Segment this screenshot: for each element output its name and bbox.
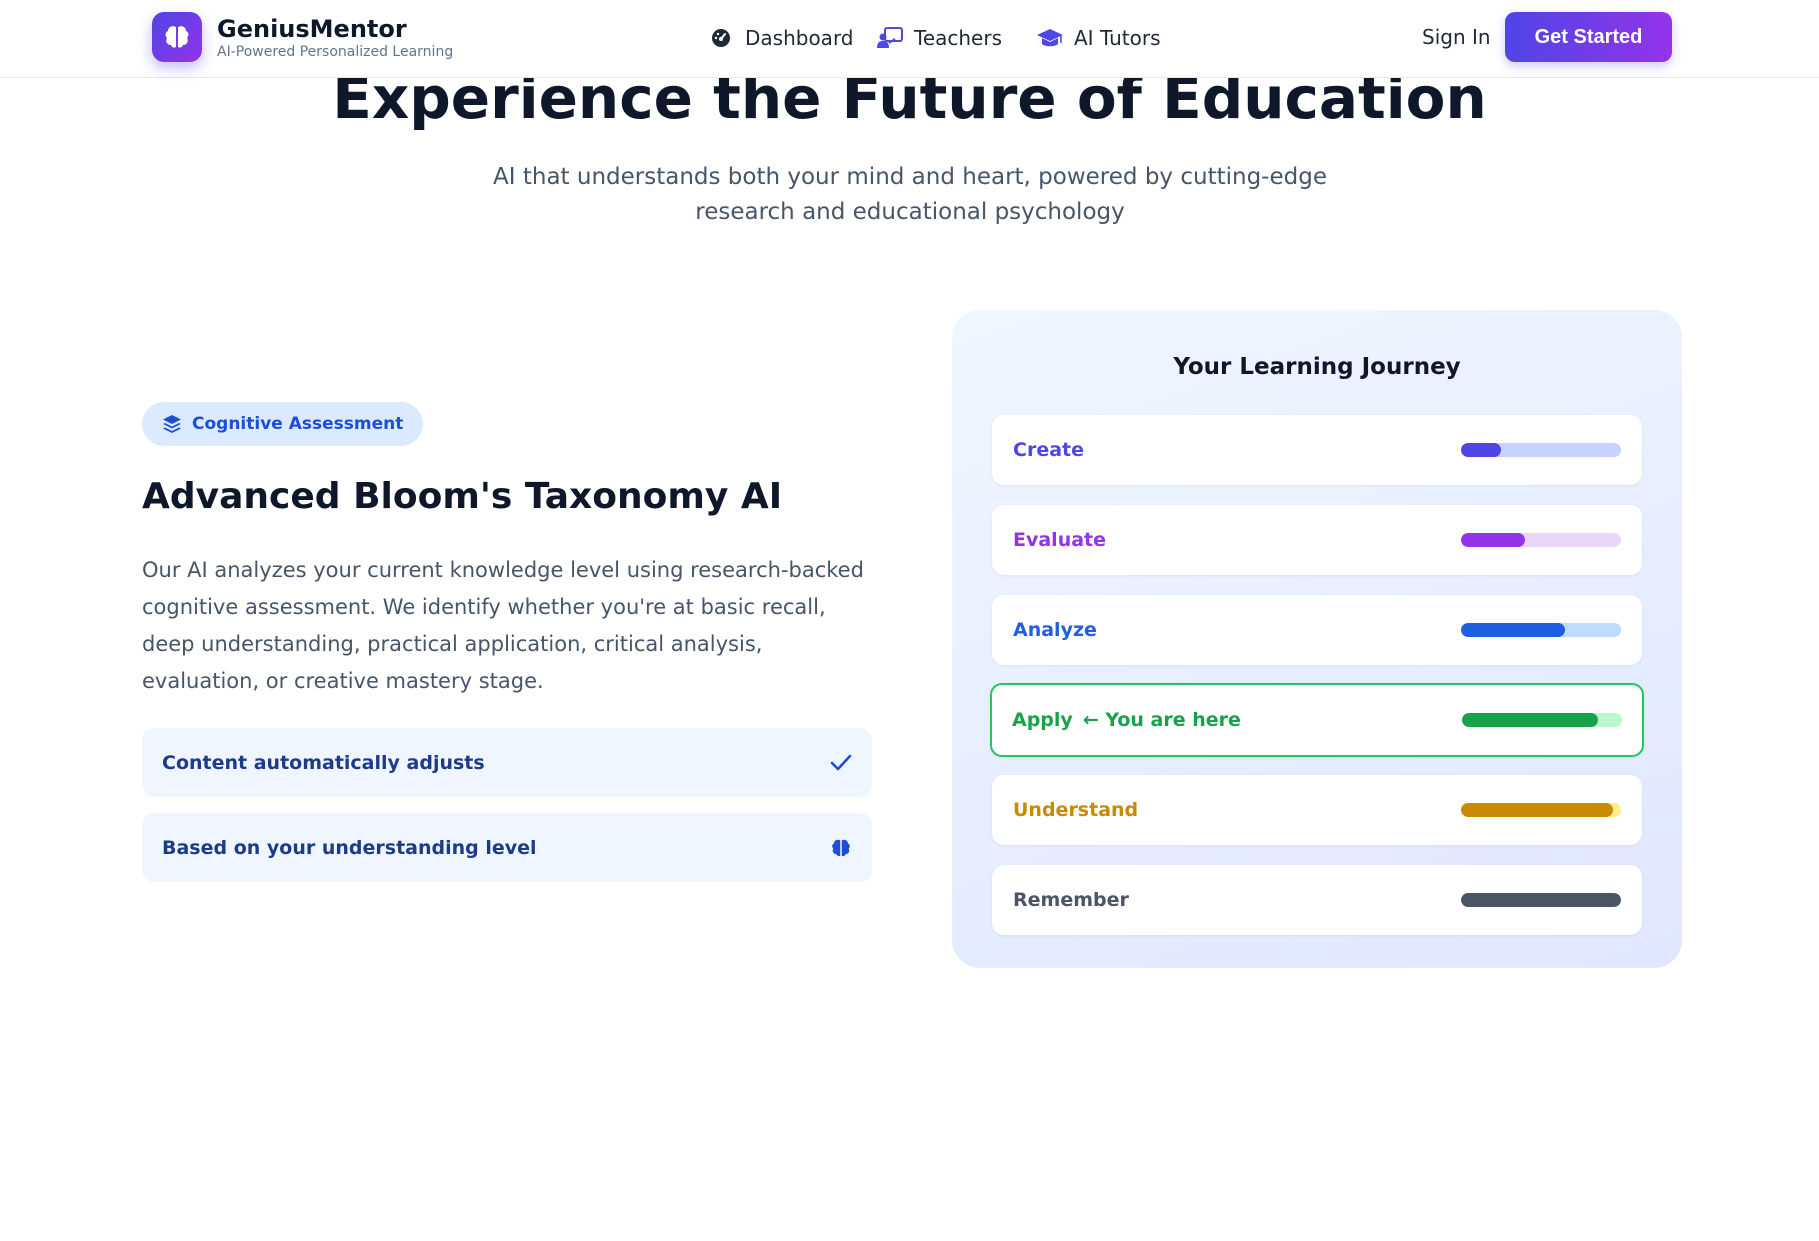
- chalkboard-teacher-icon: [876, 25, 904, 51]
- nav-dashboard-label: Dashboard: [745, 26, 854, 50]
- progress-track: [1462, 713, 1622, 727]
- progress-fill: [1461, 623, 1565, 637]
- journey-title: Your Learning Journey: [1173, 354, 1461, 380]
- progress-fill: [1461, 443, 1501, 457]
- progress-fill: [1461, 893, 1621, 907]
- level-label: Apply: [1012, 709, 1073, 731]
- cognitive-assessment-badge: Cognitive Assessment: [142, 402, 424, 446]
- level-label: Remember: [1013, 889, 1129, 911]
- hero-subtitle: AI that understands both your mind and h…: [493, 164, 1327, 225]
- progress-fill: [1461, 803, 1613, 817]
- level-analyze: Analyze: [992, 595, 1642, 665]
- level-label: Understand: [1013, 799, 1139, 821]
- gauge-icon: [707, 25, 735, 51]
- feature-description: Our AI analyzes your current knowledge l…: [142, 558, 864, 693]
- level-name: Understand: [1013, 799, 1138, 821]
- logo[interactable]: [152, 12, 202, 62]
- nav-ai-tutors-label: AI Tutors: [1074, 26, 1161, 50]
- badge-label: Cognitive Assessment: [192, 414, 404, 434]
- learning-journey-card: Your Learning Journey Create Evaluate Anal…: [952, 310, 1682, 968]
- check-icon: [830, 754, 852, 770]
- brand-name[interactable]: GeniusMentor: [217, 15, 407, 43]
- graduation-cap-icon: [1036, 25, 1064, 51]
- progress-track: [1461, 443, 1621, 457]
- progress-track: [1461, 893, 1621, 907]
- nav-teachers-label: Teachers: [914, 26, 1002, 50]
- level-name: Remember: [1013, 889, 1129, 911]
- level-evaluate: Evaluate: [992, 505, 1642, 575]
- top-navbar: GeniusMentor AI-Powered Personalized Lea…: [0, 0, 1819, 78]
- level-understand: Understand: [992, 775, 1642, 845]
- nav-teachers[interactable]: Teachers: [876, 25, 1002, 51]
- point-label: Content automatically adjusts: [162, 751, 485, 774]
- progress-track: [1461, 803, 1621, 817]
- nav-dashboard[interactable]: Dashboard: [707, 25, 854, 51]
- level-label: Analyze: [1013, 619, 1097, 641]
- level-name: Evaluate: [1013, 529, 1106, 551]
- level-apply: Apply ← You are here: [990, 683, 1644, 757]
- you-are-here-note: ← You are here: [1082, 709, 1241, 731]
- feature-title: Advanced Bloom's Taxonomy AI: [142, 476, 783, 517]
- brain-icon: [165, 26, 189, 48]
- progress-track: [1461, 533, 1621, 547]
- level-label: Create: [1013, 439, 1084, 461]
- level-label: Evaluate: [1013, 529, 1107, 551]
- level-remember: Remember: [992, 865, 1642, 935]
- sign-in-link[interactable]: Sign In: [1422, 25, 1491, 49]
- level-name: Apply ← You are here: [1012, 709, 1241, 731]
- get-started-button[interactable]: Get Started: [1505, 12, 1672, 62]
- point-understanding-level: Based on your understanding level: [142, 813, 872, 882]
- level-create: Create: [992, 415, 1642, 485]
- point-label: Based on your understanding level: [162, 836, 537, 859]
- progress-fill: [1461, 533, 1525, 547]
- progress-track: [1461, 623, 1621, 637]
- brand-tagline: AI-Powered Personalized Learning: [217, 44, 454, 60]
- layers-icon: [163, 415, 181, 433]
- progress-fill: [1462, 713, 1598, 727]
- point-content-adjusts: Content automatically adjusts: [142, 728, 872, 797]
- brain-icon: [832, 839, 850, 856]
- level-name: Analyze: [1013, 619, 1097, 641]
- nav-ai-tutors[interactable]: AI Tutors: [1036, 25, 1161, 51]
- level-name: Create: [1013, 439, 1084, 461]
